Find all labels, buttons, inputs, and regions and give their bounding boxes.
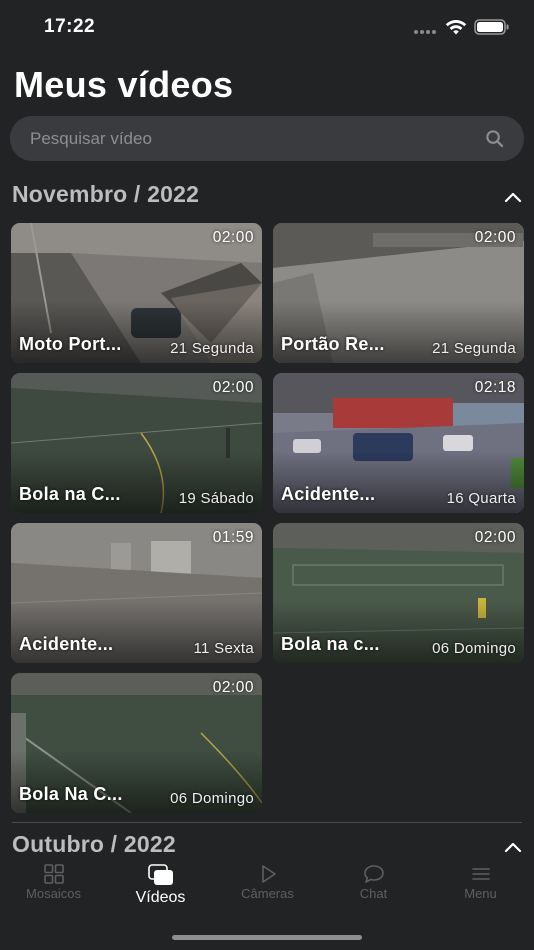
tab-videos[interactable]: Vídeos (107, 864, 214, 914)
video-date: 21 Segunda (170, 340, 254, 357)
chevron-up-icon[interactable] (504, 191, 522, 203)
chat-bubble-icon (363, 865, 384, 883)
tab-label: Chat (359, 886, 388, 901)
video-date: 19 Sábado (178, 490, 254, 507)
tab-label: Menu (464, 886, 497, 901)
video-title: Acidente... (281, 484, 376, 504)
home-indicator (172, 935, 362, 940)
video-card[interactable]: 02:00 Bola Na C... 06 Domingo (11, 673, 262, 813)
tab-mosaicos[interactable]: Mosaicos (0, 864, 107, 914)
tab-label: Vídeos (135, 889, 186, 906)
section-divider (12, 822, 522, 823)
video-card[interactable]: 02:18 Acidente... 16 Quarta (273, 373, 524, 513)
tab-cameras[interactable]: Câmeras (214, 864, 321, 914)
play-icon (261, 865, 276, 883)
video-duration: 02:00 (474, 229, 516, 246)
section-title: Outubro / 2022 (12, 831, 176, 857)
menu-icon (471, 868, 490, 880)
video-date: 21 Segunda (432, 340, 516, 357)
video-card[interactable]: 02:00 Portão Re... 21 Segunda (273, 223, 524, 363)
video-date: 11 Sexta (193, 640, 254, 657)
videos-icon (147, 864, 173, 885)
video-duration: 02:00 (474, 529, 516, 546)
video-duration: 02:00 (212, 679, 254, 696)
search-icon[interactable] (485, 129, 504, 148)
battery-icon (474, 19, 509, 35)
video-duration: 02:00 (212, 229, 254, 246)
tab-menu[interactable]: Menu (427, 864, 534, 914)
cellular-signal-icon (414, 30, 436, 34)
chevron-up-icon[interactable] (504, 841, 522, 853)
video-date: 16 Quarta (446, 490, 516, 507)
status-bar: 17:22 (0, 0, 534, 56)
video-duration: 01:59 (212, 529, 254, 546)
section-header-november[interactable]: Novembro / 2022 (12, 181, 524, 213)
status-time: 17:22 (44, 16, 96, 37)
video-title: Acidente... (19, 634, 114, 654)
tab-label: Mosaicos (26, 886, 81, 901)
tab-chat[interactable]: Chat (320, 864, 427, 914)
video-duration: 02:00 (212, 379, 254, 396)
video-duration: 02:18 (474, 379, 516, 396)
video-card[interactable]: 02:00 Bola na C... 19 Sábado (11, 373, 262, 513)
search-input[interactable] (30, 116, 470, 161)
video-card[interactable]: 02:00 Moto Port... 21 Segunda (11, 223, 262, 363)
video-date: 06 Domingo (432, 640, 516, 657)
tab-label: Câmeras (241, 886, 294, 901)
video-title: Moto Port... (19, 334, 122, 354)
video-date: 06 Domingo (170, 790, 254, 807)
video-card[interactable]: 01:59 Acidente... 11 Sexta (11, 523, 262, 663)
search-bar[interactable] (10, 116, 524, 161)
video-title: Bola na c... (281, 634, 380, 654)
section-title: Novembro / 2022 (12, 181, 200, 207)
page-title: Meus vídeos (14, 64, 234, 105)
video-title: Bola Na C... (19, 784, 123, 804)
grid-icon (43, 864, 64, 884)
video-card[interactable]: 02:00 Bola na c... 06 Domingo (273, 523, 524, 663)
wifi-icon (445, 20, 467, 35)
video-title: Portão Re... (281, 334, 385, 354)
video-title: Bola na C... (19, 484, 121, 504)
